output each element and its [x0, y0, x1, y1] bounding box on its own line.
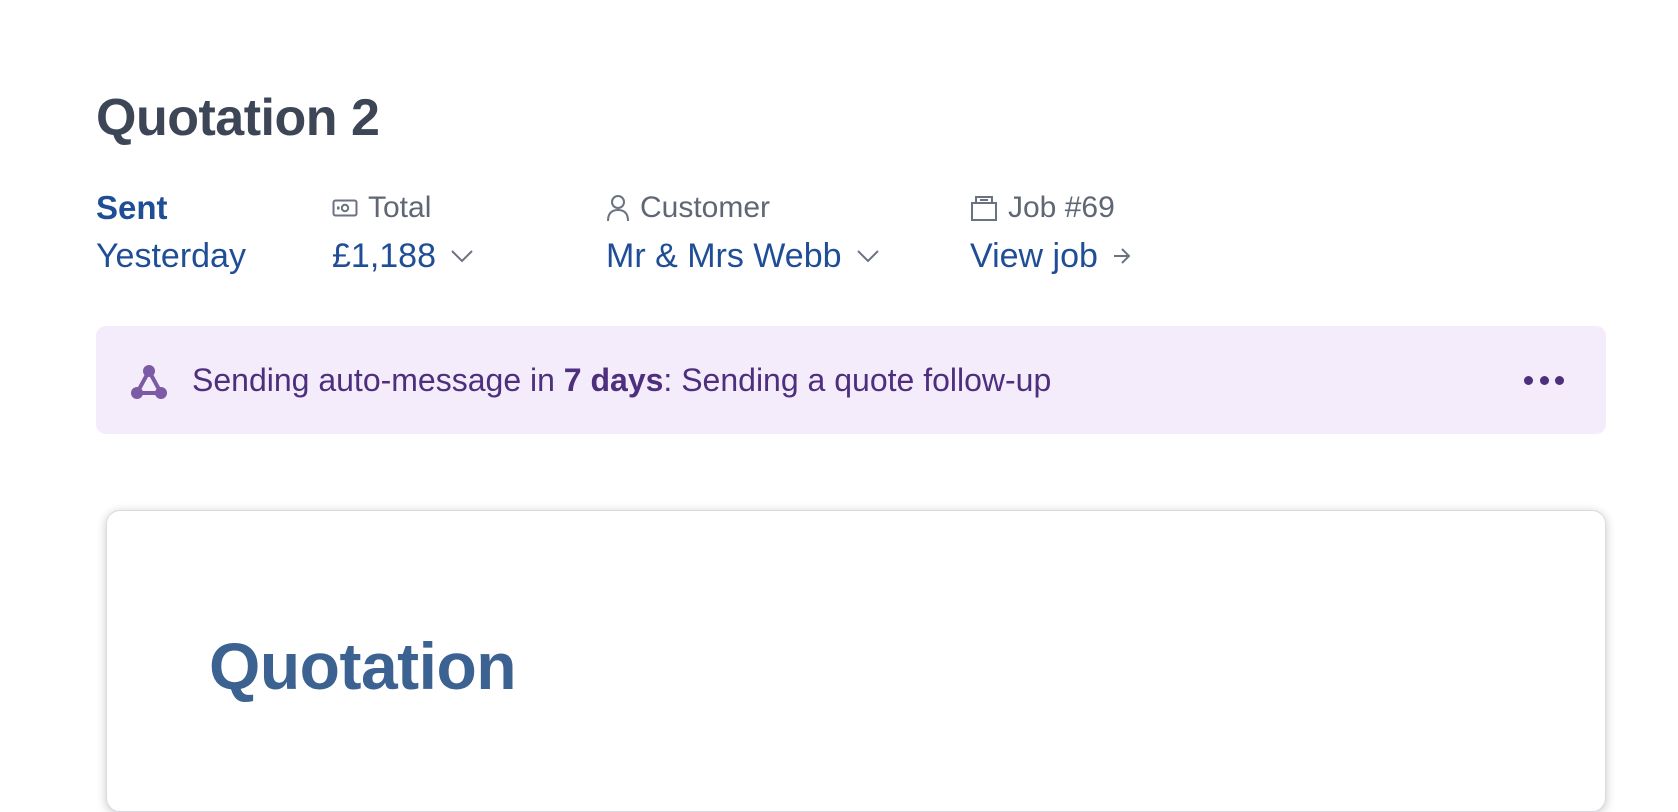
customer-meta: Customer Mr & Mrs Webb	[606, 188, 880, 278]
arrow-right-icon	[1113, 248, 1131, 264]
auto-message-delay: 7 days	[563, 362, 664, 398]
view-job-text: View job	[970, 236, 1098, 275]
customer-label: Customer	[640, 191, 771, 224]
auto-message-banner: Sending auto-message in 7 days: Sending …	[96, 326, 1606, 434]
total-amount: £1,188	[332, 236, 436, 275]
cash-icon	[332, 199, 358, 217]
automation-icon	[131, 365, 167, 399]
status-label: Sent	[96, 189, 168, 226]
view-job-link[interactable]: View job	[970, 234, 1132, 278]
auto-message-prefix: Sending auto-message in	[192, 362, 564, 398]
status-date: Yesterday	[96, 236, 246, 275]
total-label: Total	[368, 191, 432, 224]
customer-name: Mr & Mrs Webb	[606, 236, 842, 275]
auto-message-text: Sending auto-message in 7 days: Sending …	[192, 360, 1051, 400]
job-meta: Job #69 View job	[970, 188, 1132, 278]
job-label: Job #69	[1008, 191, 1115, 224]
more-dots-icon[interactable]	[1524, 368, 1564, 392]
total-dropdown[interactable]: £1,188	[332, 234, 474, 278]
customer-dropdown[interactable]: Mr & Mrs Webb	[606, 234, 880, 278]
document-title: Quotation	[209, 629, 517, 703]
auto-message-suffix: : Sending a quote follow-up	[663, 362, 1052, 398]
chevron-down-icon	[856, 250, 879, 263]
quotation-document-card: Quotation	[106, 510, 1606, 812]
chevron-down-icon	[451, 250, 473, 263]
person-icon	[607, 195, 629, 222]
page-title: Quotation 2	[96, 89, 380, 147]
status-meta: Sent Yesterday	[96, 188, 246, 278]
total-meta: Total £1,188	[332, 188, 474, 278]
folder-icon	[971, 196, 997, 221]
